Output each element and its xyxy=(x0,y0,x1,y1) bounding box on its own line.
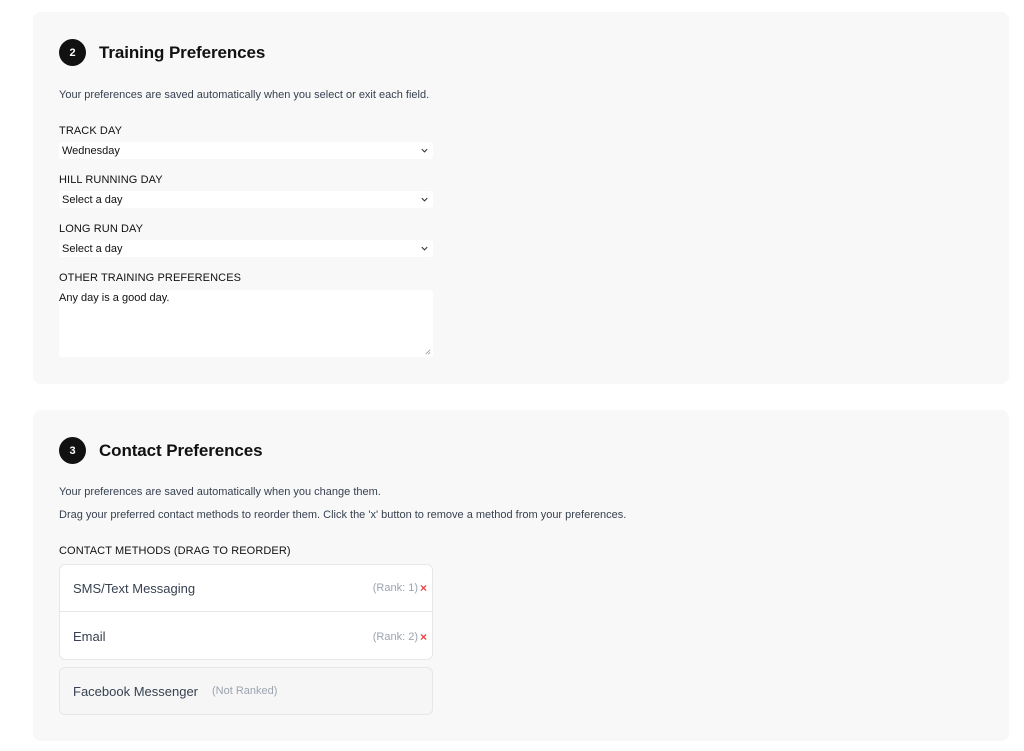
close-icon[interactable]: × xyxy=(420,630,427,644)
rank-label: (Rank: 2) xyxy=(372,630,418,643)
method-name: Email xyxy=(73,629,106,644)
list-item[interactable]: SMS/Text Messaging (Rank: 1) × xyxy=(60,565,432,612)
hill-running-day-value: Select a day xyxy=(62,193,123,206)
track-day-label: TRACK DAY xyxy=(59,125,123,137)
track-day-value: Wednesday xyxy=(62,144,120,157)
hill-running-day-select[interactable]: Select a day xyxy=(59,191,433,208)
unranked-method-item[interactable]: Facebook Messenger (Not Ranked) xyxy=(59,667,433,715)
step-number-badge: 2 xyxy=(59,39,86,66)
rank-label: (Rank: 1) xyxy=(372,582,418,594)
chevron-down-icon xyxy=(421,148,428,153)
autosave-note: Your preferences are saved automatically… xyxy=(59,486,381,498)
hill-running-day-label: HILL RUNNING DAY xyxy=(59,174,163,186)
drag-instructions: Drag your preferred contact methods to r… xyxy=(59,509,627,521)
long-run-day-select[interactable]: Select a day xyxy=(59,240,433,257)
other-training-preferences-label: OTHER TRAINING PREFERENCES xyxy=(59,272,242,284)
contact-methods-label: CONTACT METHODS (DRAG TO REORDER) xyxy=(59,545,291,557)
long-run-day-value: Select a day xyxy=(62,242,123,255)
training-header: 2 Training Preferences xyxy=(59,39,265,66)
method-name: SMS/Text Messaging xyxy=(73,580,196,596)
step-number-badge: 3 xyxy=(59,437,86,464)
contact-header: 3 Contact Preferences xyxy=(59,437,263,464)
other-training-preferences-textarea[interactable]: Any day is a good day. xyxy=(59,290,433,357)
section-title: Training Preferences xyxy=(99,42,266,62)
close-icon[interactable]: × xyxy=(420,581,427,595)
chevron-down-icon xyxy=(421,197,428,202)
not-ranked-label: (Not Ranked) xyxy=(212,685,278,697)
ranked-methods-list: SMS/Text Messaging (Rank: 1) × Email (Ra… xyxy=(59,564,433,660)
autosave-note: Your preferences are saved automatically… xyxy=(59,89,430,101)
section-title: Contact Preferences xyxy=(99,440,263,460)
long-run-day-label: LONG RUN DAY xyxy=(59,223,144,235)
track-day-select[interactable]: Wednesday xyxy=(59,142,433,159)
other-training-preferences-value: Any day is a good day. xyxy=(59,292,170,304)
list-item[interactable]: Email (Rank: 2) × xyxy=(60,613,432,660)
training-preferences-section: 2 Training Preferences Your preferences … xyxy=(33,12,1009,384)
resize-handle-icon[interactable] xyxy=(424,348,431,355)
method-name: Facebook Messenger xyxy=(73,683,199,699)
chevron-down-icon xyxy=(421,246,428,251)
page: 2 Training Preferences Your preferences … xyxy=(0,0,1024,751)
contact-preferences-section: 3 Contact Preferences Your preferences a… xyxy=(33,410,1009,741)
